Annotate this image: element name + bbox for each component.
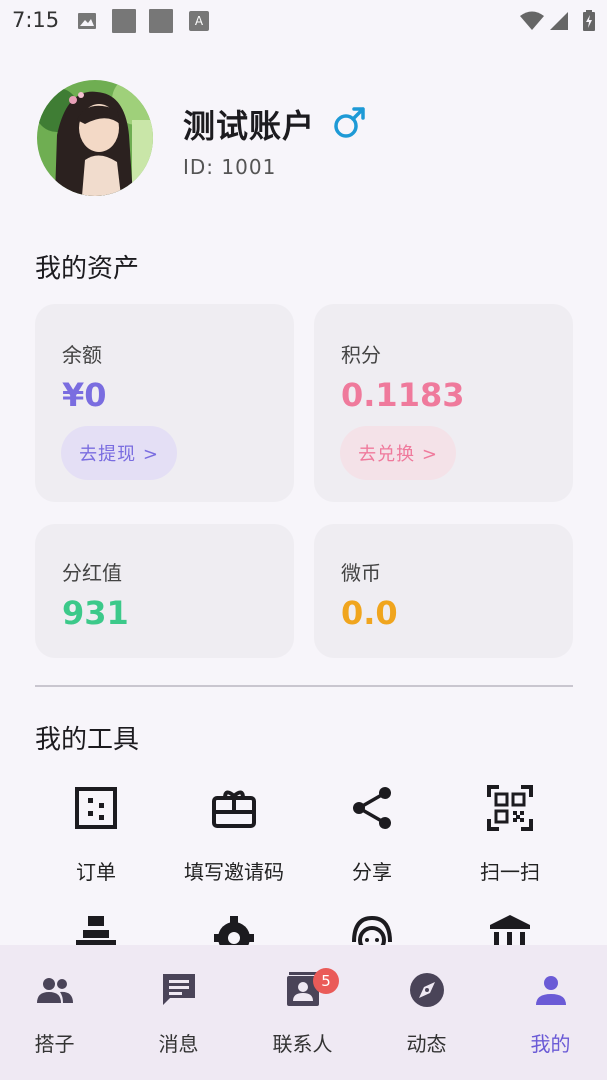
withdraw-button[interactable]: 去提现 >: [61, 426, 177, 480]
tool-share[interactable]: 分享: [303, 784, 441, 885]
tool-label: 订单: [76, 860, 116, 884]
image-notification-icon: [78, 13, 96, 29]
tools-section-title: 我的工具: [35, 725, 140, 755]
cellular-signal-icon: [550, 12, 568, 30]
status-time: 7:15: [12, 8, 60, 32]
avatar[interactable]: [37, 80, 153, 196]
nav-item-mine[interactable]: 我的: [490, 945, 607, 1080]
qr-scan-icon: [487, 785, 533, 831]
tool-label: 填写邀请码: [184, 860, 284, 884]
tool-label: 扫一扫: [480, 860, 540, 884]
wifi-icon: [520, 11, 544, 30]
redeem-button[interactable]: 去兑换 >: [340, 426, 456, 480]
balance-value: ¥0: [62, 376, 107, 414]
notification-square-icon: [112, 9, 136, 33]
balance-label: 余额: [62, 343, 102, 367]
dividend-card[interactable]: 分红值 931: [35, 524, 294, 658]
compass-icon: [410, 973, 444, 1007]
balance-card[interactable]: 余额 ¥0 去提现 >: [35, 304, 294, 502]
assets-section-title: 我的资产: [35, 254, 140, 284]
tool-scan[interactable]: 扫一扫: [441, 784, 579, 885]
nav-label: 联系人: [272, 1032, 333, 1056]
nav-label: 消息: [158, 1032, 199, 1056]
points-card[interactable]: 积分 0.1183 去兑换 >: [314, 304, 573, 502]
account-id: ID: 1001: [183, 155, 277, 179]
bottom-nav: 搭子 消息 5 联系人 动态 我的: [0, 945, 607, 1080]
dividend-value: 931: [62, 594, 129, 632]
microcoin-value: 0.0: [341, 594, 398, 632]
keyboard-a-icon: A: [189, 11, 209, 31]
nav-item-messages[interactable]: 消息: [118, 945, 239, 1080]
contacts-badge: 5: [313, 968, 339, 994]
microcoin-label: 微币: [341, 561, 381, 585]
nav-item-contacts[interactable]: 5 联系人: [242, 945, 363, 1080]
male-gender-icon: [334, 107, 365, 138]
notification-square-icon: [149, 9, 173, 33]
points-value: 0.1183: [341, 376, 465, 414]
nav-label: 动态: [406, 1032, 447, 1056]
group-icon: [37, 978, 73, 1003]
dividend-label: 分红值: [62, 561, 122, 585]
gift-icon: [212, 790, 256, 828]
nav-label: 我的: [530, 1032, 571, 1056]
nav-item-partner[interactable]: 搭子: [0, 945, 115, 1080]
status-bar: 7:15 A: [0, 0, 607, 40]
microcoin-card[interactable]: 微币 0.0: [314, 524, 573, 658]
order-icon: [75, 787, 117, 829]
battery-charging-icon: [583, 10, 595, 31]
divider: [35, 685, 573, 687]
tool-label: 分享: [352, 860, 392, 884]
account-name: 测试账户: [183, 107, 316, 145]
person-icon: [536, 976, 566, 1005]
share-icon: [353, 787, 391, 829]
nav-item-moments[interactable]: 动态: [366, 945, 487, 1080]
message-icon: [163, 974, 195, 1005]
svg-text:A: A: [195, 14, 204, 28]
nav-label: 搭子: [34, 1032, 75, 1056]
tool-invite-code[interactable]: 填写邀请码: [165, 784, 303, 885]
tool-order[interactable]: 订单: [27, 784, 165, 885]
points-label: 积分: [341, 343, 381, 367]
avatar-image: [37, 80, 153, 196]
